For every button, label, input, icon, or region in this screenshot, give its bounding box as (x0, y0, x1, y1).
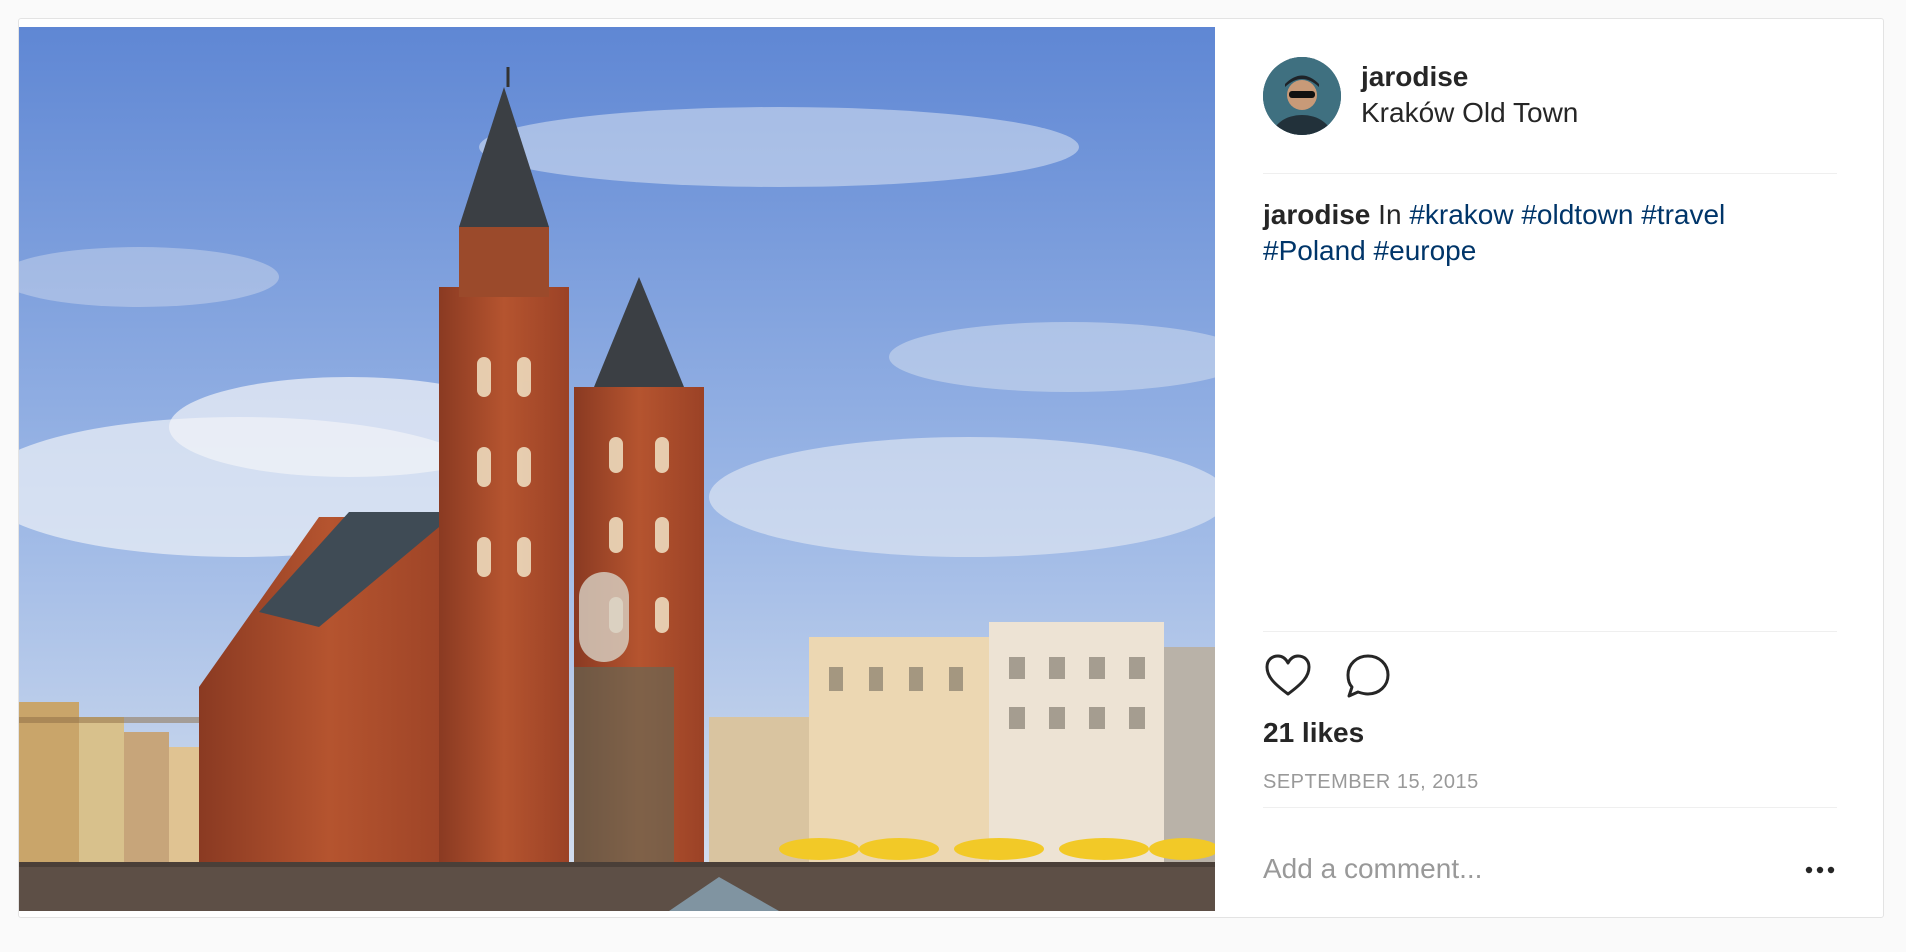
post-date[interactable]: SEPTEMBER 15, 2015 (1263, 771, 1479, 794)
avatar-image (1263, 57, 1341, 135)
post-side-panel: jarodise Kraków Old Town jarodise In #kr… (1263, 19, 1853, 919)
post-actions (1263, 651, 1563, 705)
hashtag-krakow[interactable]: #krakow (1409, 199, 1513, 230)
comment-divider (1263, 807, 1837, 808)
caption-username[interactable]: jarodise (1263, 199, 1370, 230)
post-username[interactable]: jarodise (1361, 61, 1468, 93)
hashtag-travel[interactable]: #travel (1641, 199, 1725, 230)
post-header: jarodise Kraków Old Town (1263, 57, 1837, 137)
hashtag-oldtown[interactable]: #oldtown (1521, 199, 1633, 230)
caption-text: In (1378, 199, 1402, 230)
post-location[interactable]: Kraków Old Town (1361, 97, 1578, 129)
avatar[interactable] (1263, 57, 1341, 135)
post-photo-image (19, 27, 1215, 911)
heart-icon[interactable] (1263, 651, 1315, 703)
actions-divider (1263, 631, 1837, 632)
header-divider (1263, 173, 1837, 174)
comment-input[interactable] (1263, 847, 1763, 891)
post-card: jarodise Kraków Old Town jarodise In #kr… (18, 18, 1884, 918)
comment-bubble-icon[interactable] (1343, 651, 1395, 703)
hashtag-europe[interactable]: #europe (1374, 235, 1477, 266)
hashtag-poland[interactable]: #Poland (1263, 235, 1366, 266)
post-caption: jarodise In #krakow #oldtown #travel #Po… (1263, 197, 1823, 269)
more-options-icon[interactable] (1803, 853, 1837, 887)
likes-count[interactable]: 21 likes (1263, 717, 1364, 749)
post-photo[interactable] (19, 27, 1215, 911)
